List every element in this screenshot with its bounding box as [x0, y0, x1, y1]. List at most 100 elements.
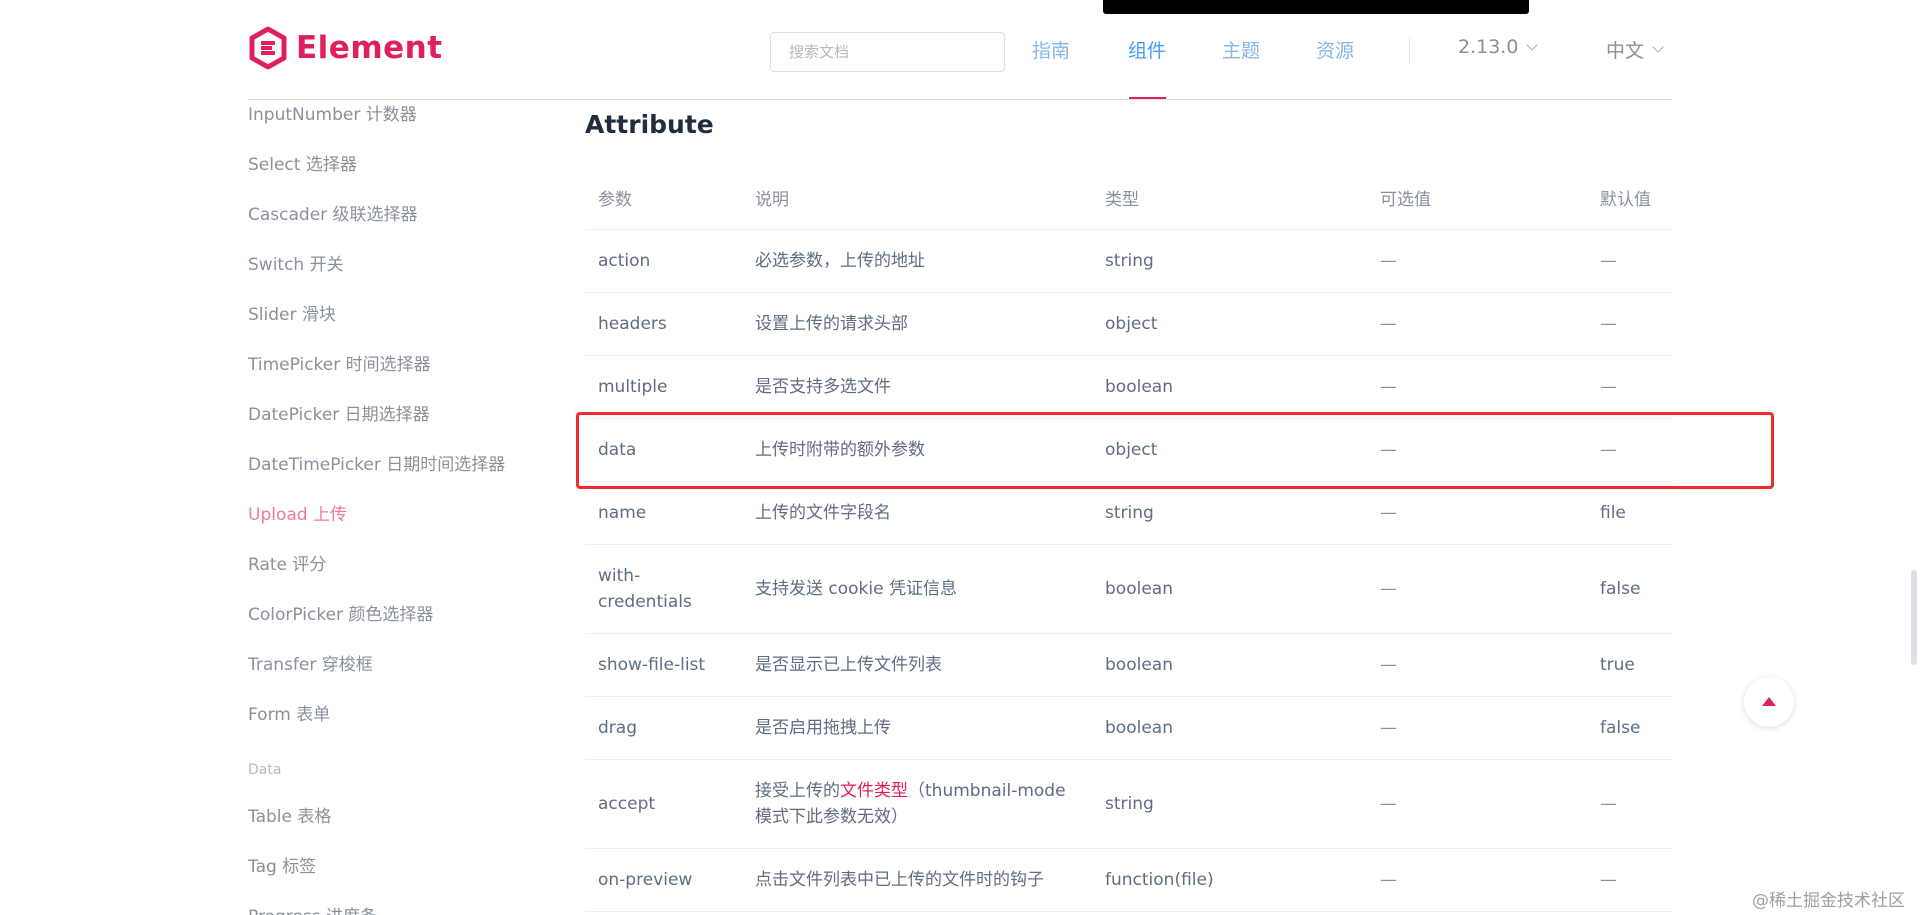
cell-param: on-preview [598, 870, 693, 890]
sidebar-item-inputnumber[interactable]: InputNumber 计数器 [248, 100, 417, 125]
cell-default: — [1600, 251, 1617, 271]
cell-type: function(file) [1105, 870, 1214, 890]
table-header-row: 参数 说明 类型 可选值 默认值 [585, 170, 1673, 230]
logo-text: Element [296, 30, 443, 66]
element-logo-icon [249, 26, 287, 70]
cell-param: action [598, 251, 651, 271]
sidebar-item-datetimepicker[interactable]: DateTimePicker 日期时间选择器 [248, 450, 505, 475]
cell-type: boolean [1105, 579, 1173, 599]
header-type: 类型 [1105, 189, 1139, 210]
cell-default: false [1600, 718, 1641, 738]
nav-theme[interactable]: 主题 [1222, 36, 1260, 63]
back-to-top-button[interactable] [1744, 677, 1794, 727]
sidebar-item-switch[interactable]: Switch 开关 [248, 250, 344, 275]
cell-desc: 上传的文件字段名 [755, 503, 891, 523]
cell-param: drag [598, 718, 637, 738]
cell-options: — [1380, 251, 1397, 271]
table-row: on-preview 点击文件列表中已上传的文件时的钩子 function(fi… [585, 849, 1673, 912]
chevron-down-icon [1652, 41, 1664, 53]
nav-divider [1409, 38, 1410, 64]
sidebar-item-form[interactable]: Form 表单 [248, 700, 330, 725]
cell-default: file [1600, 503, 1626, 523]
cell-default: — [1600, 794, 1617, 814]
cell-default: false [1600, 579, 1641, 599]
sidebar-item-datepicker[interactable]: DatePicker 日期选择器 [248, 400, 430, 425]
chevron-down-icon [1526, 38, 1539, 51]
table-row: show-file-list 是否显示已上传文件列表 boolean — tru… [585, 634, 1673, 697]
cell-default: — [1600, 314, 1617, 334]
cell-param: show-file-list [598, 655, 706, 675]
cell-options: — [1380, 377, 1397, 397]
cell-options: — [1380, 314, 1397, 334]
language-dropdown[interactable]: 中文 [1606, 36, 1664, 63]
cell-type: string [1105, 794, 1154, 814]
cell-param: name [598, 503, 647, 523]
cell-desc: 接受上传的文件类型（thumbnail-mode 模式下此参数无效） [755, 760, 1085, 848]
cell-type: boolean [1105, 655, 1173, 675]
cell-default: — [1600, 377, 1617, 397]
sidebar-item-timepicker[interactable]: TimePicker 时间选择器 [248, 350, 431, 375]
language-label: 中文 [1606, 40, 1645, 62]
cell-type: string [1105, 503, 1154, 523]
cell-param: headers [598, 314, 667, 334]
sidebar-item-tag[interactable]: Tag 标签 [248, 852, 316, 877]
header-desc: 说明 [755, 189, 789, 210]
header-default: 默认值 [1600, 189, 1651, 210]
watermark: @稀土掘金技术社区 [1752, 891, 1905, 911]
search-input[interactable] [770, 32, 1005, 72]
sidebar-item-select[interactable]: Select 选择器 [248, 150, 357, 175]
cell-desc: 点击文件列表中已上传的文件时的钩子 [755, 870, 1044, 890]
sidebar-item-progress[interactable]: Progress 进度条 [248, 902, 377, 915]
logo[interactable]: Element [248, 26, 443, 70]
cell-desc: 是否显示已上传文件列表 [755, 655, 942, 675]
sidebar-item-slider[interactable]: Slider 滑块 [248, 300, 336, 325]
cell-options: — [1380, 503, 1397, 523]
table-row: with-credentials 支持发送 cookie 凭证信息 boolea… [585, 545, 1673, 634]
cell-default: true [1600, 655, 1635, 675]
top-black-bar [1103, 0, 1529, 14]
table-row: action 必选参数，上传的地址 string — — [585, 230, 1673, 293]
cell-default: — [1600, 440, 1617, 460]
table-row: drag 是否启用拖拽上传 boolean — false [585, 697, 1673, 760]
sidebar-item-table[interactable]: Table 表格 [248, 802, 331, 827]
accept-desc-text: 接受上传的文件类型（thumbnail-mode 模式下此参数无效） [755, 781, 1066, 827]
cell-desc: 是否支持多选文件 [755, 377, 891, 397]
cell-param: with-credentials [598, 566, 692, 612]
cell-type: string [1105, 251, 1154, 271]
sidebar-item-transfer[interactable]: Transfer 穿梭框 [248, 650, 373, 675]
nav-resources[interactable]: 资源 [1316, 36, 1354, 63]
nav-guide[interactable]: 指南 [1032, 36, 1070, 63]
table-row: headers 设置上传的请求头部 object — — [585, 293, 1673, 356]
sidebar-group-data: Data [248, 762, 282, 778]
table-row: multiple 是否支持多选文件 boolean — — [585, 356, 1673, 419]
cell-param: multiple [598, 377, 668, 397]
header-options: 可选值 [1380, 189, 1431, 210]
cell-type: boolean [1105, 718, 1173, 738]
sidebar-item-colorpicker[interactable]: ColorPicker 颜色选择器 [248, 600, 433, 625]
sidebar: InputNumber 计数器 Select 选择器 Cascader 级联选择… [248, 100, 568, 915]
sidebar-item-rate[interactable]: Rate 评分 [248, 550, 326, 575]
cell-options: — [1380, 579, 1397, 599]
cell-desc: 必选参数，上传的地址 [755, 251, 925, 271]
version-dropdown[interactable]: 2.13.0 [1458, 36, 1539, 58]
table-row: name 上传的文件字段名 string — file [585, 482, 1673, 545]
cell-param: accept [598, 794, 656, 814]
caret-up-icon [1762, 697, 1776, 706]
top-header: Element 指南 组件 主题 资源 2.13.0 中文 [0, 0, 1920, 100]
sidebar-item-cascader[interactable]: Cascader 级联选择器 [248, 200, 418, 225]
table-row: accept 接受上传的文件类型（thumbnail-mode 模式下此参数无效… [585, 760, 1673, 849]
table-row-data-highlighted: data 上传时附带的额外参数 object — — [585, 419, 1673, 482]
cell-options: — [1380, 655, 1397, 675]
sidebar-item-upload[interactable]: Upload 上传 [248, 500, 347, 525]
cell-type: object [1105, 314, 1158, 334]
section-title: Attribute [585, 110, 714, 139]
cell-desc: 上传时附带的额外参数 [755, 440, 925, 460]
cell-options: — [1380, 718, 1397, 738]
nav-components[interactable]: 组件 [1128, 36, 1166, 63]
file-type-link[interactable]: 文件类型 [840, 781, 908, 801]
cell-desc: 设置上传的请求头部 [755, 314, 908, 334]
scrollbar-thumb[interactable] [1911, 570, 1917, 665]
cell-options: — [1380, 440, 1397, 460]
cell-options: — [1380, 870, 1397, 890]
cell-desc: 是否启用拖拽上传 [755, 718, 891, 738]
